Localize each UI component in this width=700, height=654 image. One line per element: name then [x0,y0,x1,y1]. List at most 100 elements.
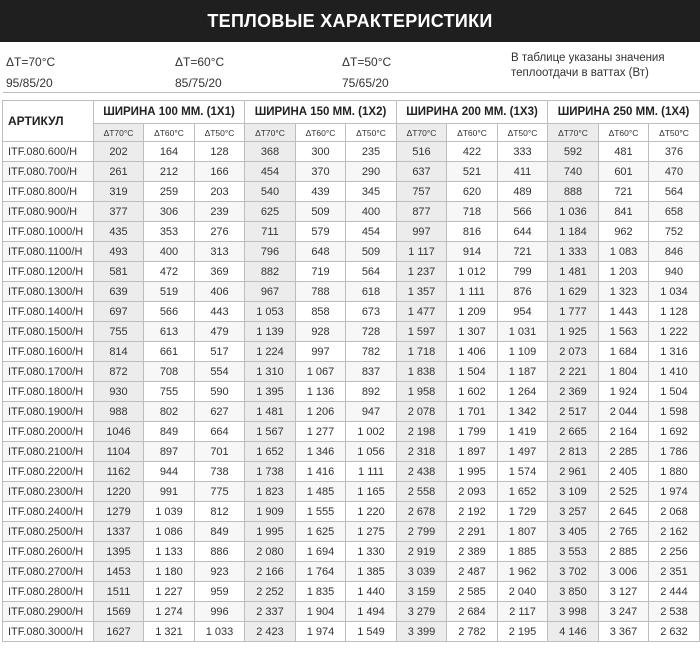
table-row: ITF.080.2100/H 1104 897 701 1 652 1 346 1 056 2… [2,441,700,462]
value-cell: 1 264 [497,381,548,402]
value-cell: 1 494 [345,601,397,622]
value-cell: 755 [93,321,144,342]
value-cell: 1 002 [345,421,397,442]
table-row: ITF.080.1000/H 435 353 276 711 579 454 997 816 64… [2,221,700,242]
group-header-250: ШИРИНА 250 ММ. (1Х4) [547,100,700,124]
subheader-cell: ΔT50°С [194,123,245,142]
value-cell: 1 222 [648,321,700,342]
group-header-200: ШИРИНА 200 ММ. (1Х3) [396,100,548,124]
value-cell: 1 056 [345,441,397,462]
subheader-cell: ΔT70°С [93,123,144,142]
value-cell: 1 220 [345,501,397,522]
value-cell: 2 337 [244,601,296,622]
value-cell: 1 333 [547,241,599,262]
thermal-table: АРТИКУЛ ШИРИНА 100 ММ. (1Х1) ШИРИНА 150 … [2,92,700,642]
subheader-cell: ΔT60°С [446,123,498,142]
value-cell: 353 [143,221,195,242]
value-cell: 1 139 [244,321,296,342]
value-cell: 812 [194,501,245,522]
value-cell: 849 [194,521,245,542]
value-cell: 1 310 [244,361,296,382]
mode-70: ΔT=70°С 95/85/20 [6,52,55,94]
value-cell: 997 [295,341,346,362]
value-cell: 212 [143,161,195,182]
value-cell: 664 [194,421,245,442]
value-cell: 1 807 [497,521,548,542]
subheader-cell: ΔT60°С [598,123,649,142]
value-cell: 1 823 [244,481,296,502]
value-cell: 1 133 [143,541,195,562]
value-cell: 928 [295,321,346,342]
value-cell: 1 958 [396,381,447,402]
value-cell: 1 128 [648,301,700,322]
value-cell: 1 395 [244,381,296,402]
value-cell: 1 165 [345,481,397,502]
conditions-block: ΔT=70°С 95/85/20 ΔT=60°С 85/75/20 ΔT=50°… [0,42,700,92]
value-cell: 1104 [93,441,144,462]
value-cell: 1 419 [497,421,548,442]
value-cell: 1 885 [497,541,548,562]
value-cell: 858 [295,301,346,322]
value-cell: 2 256 [648,541,700,562]
value-cell: 648 [295,241,346,262]
value-cell: 1 504 [446,361,498,382]
value-cell: 1 136 [295,381,346,402]
value-cell: 1 036 [547,201,599,222]
mode-60-temps: 85/75/20 [175,76,222,90]
value-cell: 306 [143,201,195,222]
value-cell: 2 645 [598,501,649,522]
value-cell: 2 318 [396,441,447,462]
value-cell: 1 962 [497,561,548,582]
value-cell: 1 497 [497,441,548,462]
table-row: ITF.080.1300/H 639 519 406 967 788 618 1 357 1 1… [2,281,700,302]
table-row: ITF.080.1800/H 930 755 590 1 395 1 136 892 1 95… [2,381,700,402]
value-cell: 2 080 [244,541,296,562]
value-cell: 1 504 [648,381,700,402]
value-cell: 796 [244,241,296,262]
value-cell: 1 694 [295,541,346,562]
article-cell: ITF.080.3000/H [2,621,94,642]
value-cell: 1 549 [345,621,397,642]
value-cell: 2 444 [648,581,700,602]
article-header: АРТИКУЛ [2,100,94,142]
mode-50-dt: ΔT=50°С [342,55,392,69]
value-cell: 1 684 [598,341,649,362]
value-cell: 728 [345,321,397,342]
value-cell: 1 477 [396,301,447,322]
value-cell: 2 117 [497,601,548,622]
value-cell: 644 [497,221,548,242]
value-cell: 721 [497,241,548,262]
value-cell: 2 166 [244,561,296,582]
value-cell: 2 678 [396,501,447,522]
value-cell: 1 598 [648,401,700,422]
value-cell: 1 835 [295,581,346,602]
value-cell: 988 [93,401,144,422]
value-cell: 718 [446,201,498,222]
value-cell: 1 346 [295,441,346,462]
value-cell: 1 880 [648,461,700,482]
value-cell: 203 [194,181,245,202]
value-cell: 3 553 [547,541,599,562]
value-cell: 701 [194,441,245,462]
table-row: ITF.080.600/H 202 164 128 368 300 235 516 422 333… [2,141,700,162]
value-cell: 886 [194,541,245,562]
value-cell: 3 109 [547,481,599,502]
value-cell: 1 067 [295,361,346,382]
article-cell: ITF.080.1500/H [2,321,94,342]
value-cell: 564 [648,181,700,202]
value-cell: 1 342 [497,401,548,422]
value-cell: 1 799 [446,421,498,442]
value-cell: 1046 [93,421,144,442]
value-cell: 1 111 [446,281,498,302]
value-cell: 3 247 [598,601,649,622]
value-cell: 581 [93,261,144,282]
value-cell: 1 416 [295,461,346,482]
value-cell: 376 [648,141,700,162]
value-cell: 1 012 [446,261,498,282]
value-cell: 377 [93,201,144,222]
value-cell: 3 159 [396,581,447,602]
value-cell: 757 [396,181,447,202]
value-cell: 3 399 [396,621,447,642]
value-cell: 849 [143,421,195,442]
value-cell: 673 [345,301,397,322]
